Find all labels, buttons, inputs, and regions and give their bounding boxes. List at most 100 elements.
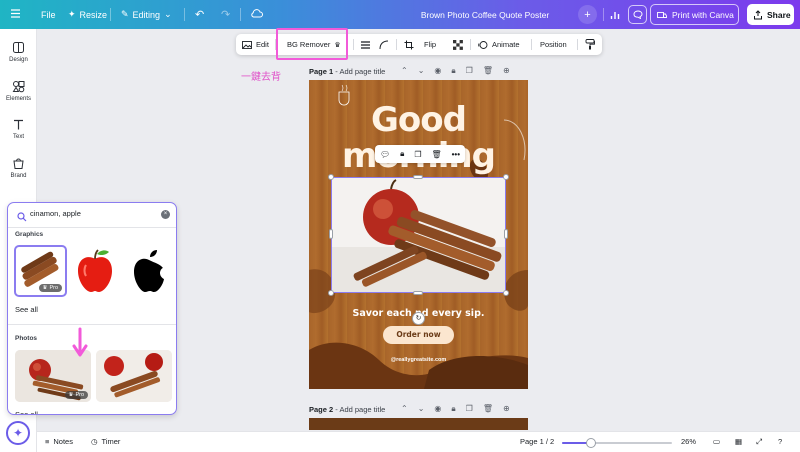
trash-icon[interactable]: 🗑︎: [483, 66, 493, 76]
more-options-icon[interactable]: •••: [452, 150, 460, 159]
plus-icon: +: [584, 8, 591, 21]
photo-result-apples-cinnamon-sticks[interactable]: [96, 350, 172, 402]
graphic-result-apple-logo[interactable]: [125, 245, 173, 297]
paint-format-icon[interactable]: [585, 34, 595, 55]
sidebar-item-design[interactable]: Design: [0, 41, 37, 63]
menu-icon[interactable]: [10, 8, 21, 19]
crop-icon[interactable]: [404, 34, 414, 55]
sidebar-item-brand[interactable]: Brand: [0, 157, 37, 179]
search-query: cinamon, apple: [30, 209, 81, 218]
lock-icon[interactable]: 🔒︎: [400, 149, 404, 159]
sidebar-item-text[interactable]: Text: [0, 118, 37, 140]
top-bar: File ✦ Resize ✎ Editing ⌄ ↶ ↷ Brown Photo C…: [0, 0, 800, 29]
page-2-label[interactable]: Page 2 - Add page title: [309, 405, 385, 414]
pro-label: Pro: [49, 285, 58, 291]
resize-handle-top[interactable]: [413, 175, 423, 179]
undo-icon[interactable]: ↶: [195, 8, 204, 21]
comments-button[interactable]: [628, 5, 647, 24]
chevron-down-icon[interactable]: ⌄: [418, 66, 425, 76]
add-collaborator-button[interactable]: +: [578, 5, 597, 24]
transparency-icon[interactable]: [453, 34, 463, 55]
file-menu[interactable]: File: [41, 10, 56, 20]
design-icon: [13, 42, 24, 53]
editing-label: Editing: [132, 9, 161, 20]
editing-mode-button[interactable]: ✎ Editing ⌄: [121, 9, 172, 20]
print-with-canva-button[interactable]: Print with Canva: [650, 4, 739, 25]
chevron-down-icon[interactable]: ⌄: [418, 404, 425, 414]
graphic-result-red-apple[interactable]: [70, 245, 120, 297]
search-results-popup: cinamon, apple × Graphics ♛ Pro See all …: [7, 202, 177, 415]
notes-icon: ≡: [45, 437, 50, 446]
trash-icon[interactable]: 🗑︎: [431, 150, 441, 159]
resize-handle-bottom[interactable]: [413, 291, 423, 295]
divider: [8, 227, 176, 228]
page-1-label[interactable]: Page 1 - Add page title: [309, 67, 385, 76]
bar-chart-icon: [610, 11, 619, 19]
share-label: Share: [767, 9, 791, 20]
chevron-up-icon[interactable]: ⌃: [401, 404, 408, 414]
order-now-button[interactable]: Order now: [383, 326, 454, 344]
resize-handle-right[interactable]: [504, 229, 508, 239]
zoom-level[interactable]: 26%: [681, 437, 696, 446]
grid-view-icon[interactable]: ▦: [735, 437, 742, 446]
document-title[interactable]: Brown Photo Coffee Quote Poster: [400, 10, 570, 20]
resize-button[interactable]: ✦ Resize: [68, 9, 107, 20]
sidebar-item-label: Text: [12, 134, 24, 140]
headline-good[interactable]: Good: [309, 100, 528, 140]
flip-button[interactable]: Flip: [424, 34, 436, 55]
apple-logo-graphic: [134, 250, 172, 292]
redo-icon[interactable]: ↷: [221, 8, 230, 21]
divider: [577, 39, 578, 50]
resize-handle-bottom-right[interactable]: [503, 290, 509, 296]
page-indicator[interactable]: Page 1 / 2: [520, 437, 554, 446]
poster-website[interactable]: @reallygreatsite.com: [309, 357, 528, 363]
magic-assistant-button[interactable]: ✦: [6, 421, 30, 445]
page-view-icon[interactable]: ▭: [713, 437, 720, 446]
duplicate-icon[interactable]: ❐: [414, 150, 421, 159]
lock-icon[interactable]: 🔒︎: [451, 404, 455, 414]
graphics-see-all-link[interactable]: See all: [15, 305, 38, 314]
zoom-slider[interactable]: [562, 438, 672, 448]
photos-see-all-link[interactable]: See all: [15, 410, 38, 414]
border-style-icon[interactable]: [360, 34, 371, 55]
notes-button[interactable]: ≡ Notes: [45, 437, 73, 446]
fullscreen-icon[interactable]: ⤢: [756, 437, 762, 447]
eye-icon[interactable]: ◉: [434, 404, 441, 414]
add-page-icon[interactable]: ⊕: [503, 404, 510, 414]
comment-icon[interactable]: 💬︎: [380, 150, 390, 159]
timer-button[interactable]: ◷ Timer: [91, 437, 120, 446]
notes-label: Notes: [53, 437, 73, 446]
resize-handle-top-right[interactable]: [503, 174, 509, 180]
lock-icon[interactable]: 🔒︎: [451, 66, 455, 76]
trash-icon[interactable]: 🗑︎: [483, 404, 493, 414]
animate-button[interactable]: Animate: [478, 34, 520, 55]
animate-label: Animate: [492, 40, 520, 49]
sparkle-icon: ✦: [12, 426, 24, 440]
clear-search-icon[interactable]: ×: [161, 210, 170, 219]
poster-page-2[interactable]: [309, 418, 528, 430]
duplicate-icon[interactable]: ❐: [466, 404, 473, 414]
resize-handle-left[interactable]: [329, 229, 333, 239]
resize-handle-top-left[interactable]: [328, 174, 334, 180]
zoom-slider-thumb[interactable]: [586, 438, 596, 448]
search-icon: [17, 212, 27, 222]
add-page-icon[interactable]: ⊕: [503, 66, 510, 76]
edit-image-button[interactable]: Edit: [242, 34, 269, 55]
position-button[interactable]: Position: [540, 34, 567, 55]
sidebar-item-elements[interactable]: Elements: [0, 80, 37, 102]
page-1-controls: ⌃ ⌄ ◉ 🔒︎ ❐ 🗑︎ ⊕: [401, 66, 510, 76]
eye-icon[interactable]: ◉: [434, 66, 441, 76]
rotate-handle-icon[interactable]: ↻: [412, 312, 425, 325]
share-button[interactable]: Share: [747, 4, 794, 25]
graphic-result-cinnamon[interactable]: ♛ Pro: [14, 245, 67, 297]
help-icon[interactable]: ?: [778, 437, 782, 446]
cloud-save-icon[interactable]: [250, 8, 263, 18]
edit-label: Edit: [256, 40, 269, 49]
resize-handle-bottom-left[interactable]: [328, 290, 334, 296]
corner-rounding-icon[interactable]: [379, 34, 389, 55]
duplicate-icon[interactable]: ❐: [466, 66, 473, 76]
resize-icon: ✦: [68, 9, 76, 19]
chevron-up-icon[interactable]: ⌃: [401, 66, 408, 76]
insights-button[interactable]: [605, 5, 624, 24]
timer-icon: ◷: [91, 437, 98, 446]
